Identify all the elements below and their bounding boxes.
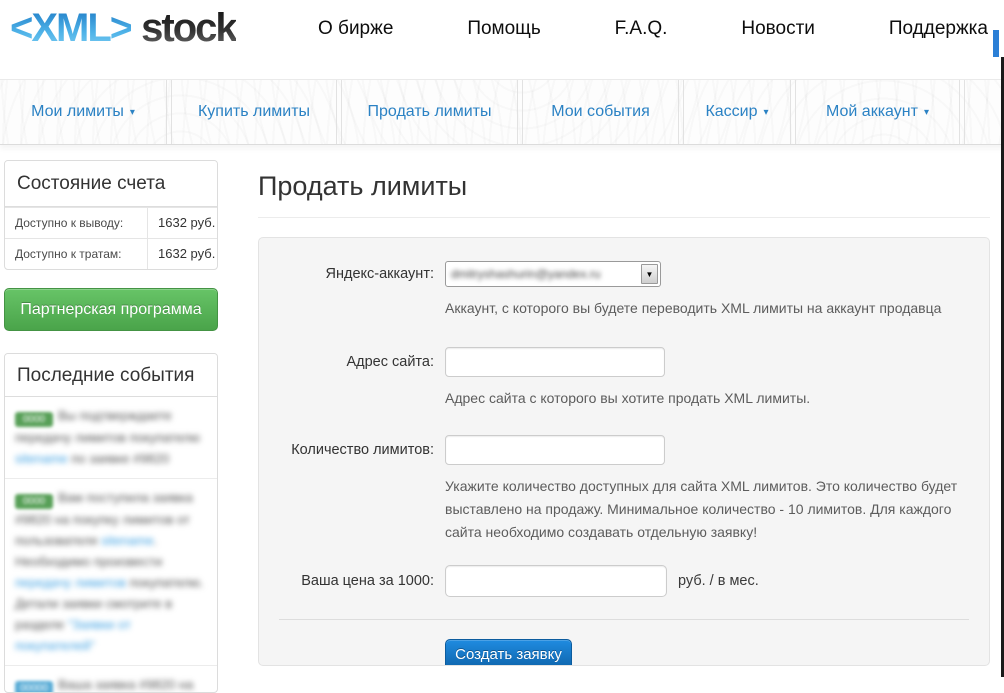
event-item: 00000Ваша заявка #9820 на продажу лимито… — [5, 665, 217, 693]
nav-cashier[interactable]: Кассир ▾ — [683, 80, 791, 144]
yandex-account-select[interactable]: dmitryshashurin@yandex.ru ▼ — [445, 261, 661, 287]
site-address-input[interactable] — [445, 347, 665, 377]
yandex-account-help: Аккаунт, с которого вы будете переводить… — [445, 296, 972, 320]
event-item: 0000Вам поступила заявка #9820 на покупк… — [5, 478, 217, 665]
table-row: Доступно к тратам: 1632 руб. — [5, 238, 217, 269]
event-badge: 00000 — [15, 681, 53, 693]
page-title: Продать лимиты — [258, 168, 990, 218]
site-address-help: Адрес сайта с которого вы хотите продать… — [445, 386, 972, 410]
sell-limits-form: Яндекс-аккаунт: dmitryshashurin@yandex.r… — [258, 237, 990, 666]
limit-quantity-label: Количество лимитов: — [279, 442, 445, 458]
nav-label: Мои лимиты — [31, 103, 124, 121]
sidebar: Состояние счета Доступно к выводу: 1632 … — [4, 160, 218, 693]
nav-label: Кассир — [705, 103, 757, 121]
partner-program-button[interactable]: Партнерская программа — [4, 288, 218, 331]
withdraw-available-label: Доступно к выводу: — [5, 208, 147, 238]
events-list: 0000Вы подтверждаете передачу лимитов по… — [5, 397, 217, 693]
nav-my-account[interactable]: Мой аккаунт ▾ — [795, 80, 960, 144]
account-status-panel: Состояние счета Доступно к выводу: 1632 … — [4, 160, 218, 270]
account-status-title: Состояние счета — [5, 161, 217, 207]
table-row: Доступно к выводу: 1632 руб. — [5, 207, 217, 238]
create-request-button[interactable]: Создать заявку — [445, 639, 572, 666]
price-label: Ваша цена за 1000: — [279, 573, 445, 589]
event-link[interactable]: передачу лимитов — [15, 575, 126, 590]
nav-label: Продать лимиты — [368, 103, 492, 121]
spend-available-label: Доступно к тратам: — [5, 239, 147, 269]
limit-quantity-input[interactable] — [445, 435, 665, 465]
caret-down-icon: ▾ — [764, 107, 769, 118]
yandex-account-selected-value: dmitryshashurin@yandex.ru — [446, 267, 639, 281]
nav-my-events[interactable]: Мои события — [522, 80, 679, 144]
logo-xml-part: <XML> — [10, 6, 131, 50]
form-row-price: Ваша цена за 1000: руб. / в мес. — [279, 565, 969, 597]
price-suffix: руб. / в мес. — [678, 573, 759, 589]
recent-events-panel: Последние события 0000Вы подтверждаете п… — [4, 353, 218, 693]
recent-events-title: Последние события — [5, 354, 217, 397]
nav-buy-limits[interactable]: Купить лимиты — [171, 80, 337, 144]
form-divider — [279, 619, 969, 620]
select-dropdown-arrow-icon[interactable]: ▼ — [641, 264, 658, 284]
site-logo[interactable]: <XML>stock — [10, 6, 236, 51]
form-row-site: Адрес сайта: — [279, 347, 969, 377]
event-text: по заявке #9820 — [68, 451, 169, 466]
top-nav-help[interactable]: Помощь — [467, 18, 540, 40]
top-nav-faq[interactable]: F.A.Q. — [615, 18, 668, 40]
site-header: <XML>stock О бирже Помощь F.A.Q. Новости… — [0, 0, 1004, 79]
top-nav-about[interactable]: О бирже — [318, 18, 393, 40]
top-nav: О бирже Помощь F.A.Q. Новости Поддержка — [318, 0, 988, 58]
nav-my-limits[interactable]: Мои лимиты ▾ — [0, 80, 167, 144]
top-nav-news[interactable]: Новости — [741, 18, 815, 40]
event-badge: 0000 — [15, 412, 53, 427]
event-item: 0000Вы подтверждаете передачу лимитов по… — [5, 397, 217, 478]
yandex-account-label: Яндекс-аккаунт: — [279, 266, 445, 282]
scrollbar-thumb[interactable] — [993, 30, 999, 57]
event-badge: 0000 — [15, 494, 53, 509]
form-row-account: Яндекс-аккаунт: dmitryshashurin@yandex.r… — [279, 261, 969, 287]
nav-sell-limits[interactable]: Продать лимиты — [341, 80, 518, 144]
nav-label: Мой аккаунт — [826, 103, 918, 121]
form-row-quantity: Количество лимитов: — [279, 435, 969, 465]
spend-available-value: 1632 руб. — [147, 239, 217, 269]
limit-quantity-help: Укажите количество доступных для сайта X… — [445, 475, 972, 544]
caret-down-icon: ▾ — [130, 107, 135, 118]
main-content: Продать лимиты Яндекс-аккаунт: dmitrysha… — [258, 168, 990, 666]
nav-label: Купить лимиты — [198, 103, 310, 121]
nav-label: Мои события — [551, 103, 649, 121]
nav-spacer — [964, 80, 1004, 144]
withdraw-available-value: 1632 руб. — [147, 208, 217, 238]
event-link[interactable]: sitename — [15, 451, 68, 466]
event-link[interactable]: sitename — [101, 533, 154, 548]
top-nav-support[interactable]: Поддержка — [889, 18, 988, 40]
caret-down-icon: ▾ — [924, 107, 929, 118]
site-address-label: Адрес сайта: — [279, 354, 445, 370]
logo-stock-part: stock — [141, 6, 236, 50]
main-navbar: Мои лимиты ▾ Купить лимиты Продать лимит… — [0, 79, 1004, 145]
price-input[interactable] — [445, 565, 667, 597]
